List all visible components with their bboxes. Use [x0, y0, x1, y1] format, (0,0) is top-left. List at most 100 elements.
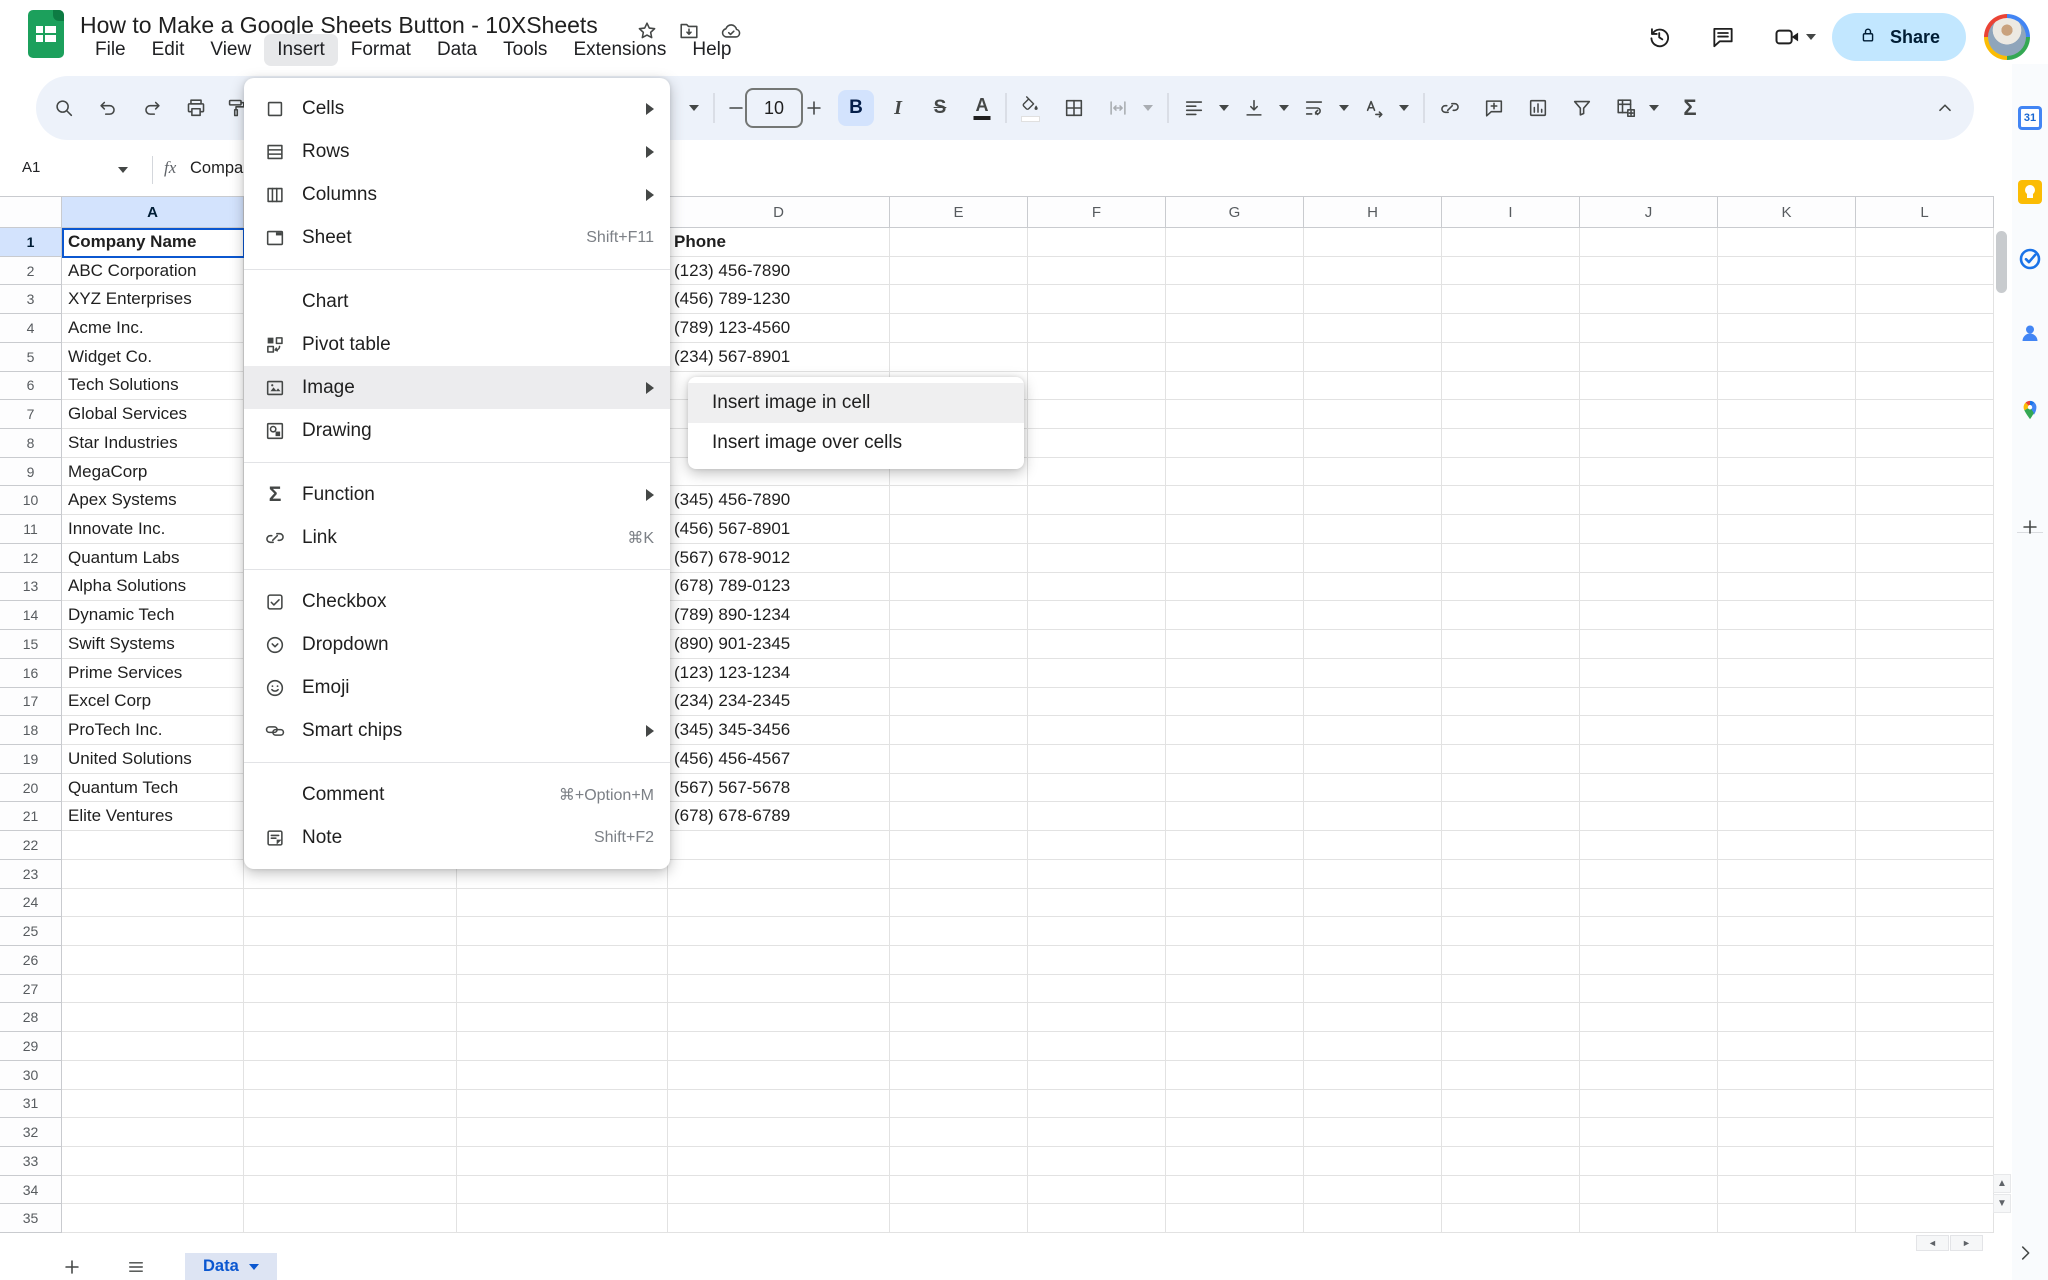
cell-G7[interactable] — [1166, 400, 1304, 429]
column-header-I[interactable]: I — [1442, 196, 1580, 228]
cell-I29[interactable] — [1442, 1032, 1580, 1061]
column-header-J[interactable]: J — [1580, 196, 1718, 228]
toolbar-link-button[interactable] — [1439, 97, 1461, 119]
cell-G13[interactable] — [1166, 573, 1304, 602]
cell-J20[interactable] — [1580, 774, 1718, 803]
cell-K12[interactable] — [1718, 544, 1856, 573]
cell-D5[interactable]: (234) 567-8901 — [668, 343, 890, 372]
cell-G30[interactable] — [1166, 1061, 1304, 1090]
cell-A29[interactable] — [62, 1032, 244, 1061]
cell-A31[interactable] — [62, 1090, 244, 1119]
cell-H34[interactable] — [1304, 1176, 1442, 1205]
cell-A11[interactable]: Innovate Inc. — [62, 515, 244, 544]
cell-K7[interactable] — [1718, 400, 1856, 429]
cell-E25[interactable] — [890, 917, 1028, 946]
cell-F10[interactable] — [1028, 486, 1166, 515]
cell-A32[interactable] — [62, 1118, 244, 1147]
cell-E20[interactable] — [890, 774, 1028, 803]
cell-I20[interactable] — [1442, 774, 1580, 803]
cell-I23[interactable] — [1442, 860, 1580, 889]
cell-H31[interactable] — [1304, 1090, 1442, 1119]
cell-L30[interactable] — [1856, 1061, 1994, 1090]
cell-F9[interactable] — [1028, 458, 1166, 487]
cell-B26[interactable] — [244, 946, 457, 975]
cell-L35[interactable] — [1856, 1204, 1994, 1233]
cell-A13[interactable]: Alpha Solutions — [62, 573, 244, 602]
cell-E24[interactable] — [890, 889, 1028, 918]
cell-F18[interactable] — [1028, 716, 1166, 745]
row-header-25[interactable]: 25 — [0, 917, 62, 946]
cell-I4[interactable] — [1442, 314, 1580, 343]
menubar-item-extensions[interactable]: Extensions — [560, 34, 679, 66]
cell-G20[interactable] — [1166, 774, 1304, 803]
cell-J12[interactable] — [1580, 544, 1718, 573]
cell-J29[interactable] — [1580, 1032, 1718, 1061]
toolbar-redo-button[interactable] — [141, 97, 163, 119]
cell-F26[interactable] — [1028, 946, 1166, 975]
cell-I32[interactable] — [1442, 1118, 1580, 1147]
menu-item-comment[interactable]: Comment⌘+Option+M — [244, 773, 670, 816]
menu-item-image[interactable]: Image — [244, 366, 670, 409]
cell-J1[interactable] — [1580, 228, 1718, 257]
cell-F24[interactable] — [1028, 889, 1166, 918]
cell-K24[interactable] — [1718, 889, 1856, 918]
cell-H14[interactable] — [1304, 601, 1442, 630]
cell-B32[interactable] — [244, 1118, 457, 1147]
cell-I25[interactable] — [1442, 917, 1580, 946]
row-header-26[interactable]: 26 — [0, 946, 62, 975]
cell-J16[interactable] — [1580, 659, 1718, 688]
row-header-16[interactable]: 16 — [0, 659, 62, 688]
cell-E27[interactable] — [890, 975, 1028, 1004]
cell-L18[interactable] — [1856, 716, 1994, 745]
cell-D18[interactable]: (345) 345-3456 — [668, 716, 890, 745]
cell-L9[interactable] — [1856, 458, 1994, 487]
cell-D17[interactable]: (234) 234-2345 — [668, 688, 890, 717]
cell-G6[interactable] — [1166, 372, 1304, 401]
cell-A14[interactable]: Dynamic Tech — [62, 601, 244, 630]
cell-H3[interactable] — [1304, 285, 1442, 314]
cell-F19[interactable] — [1028, 745, 1166, 774]
caret-down-icon[interactable] — [1806, 34, 1816, 40]
cell-H2[interactable] — [1304, 257, 1442, 286]
toolbar-bold-button[interactable]: B — [838, 90, 874, 126]
cell-G25[interactable] — [1166, 917, 1304, 946]
cell-I33[interactable] — [1442, 1147, 1580, 1176]
menu-item-cells[interactable]: Cells — [244, 87, 670, 130]
cell-L6[interactable] — [1856, 372, 1994, 401]
cell-E2[interactable] — [890, 257, 1028, 286]
cell-L32[interactable] — [1856, 1118, 1994, 1147]
cell-A18[interactable]: ProTech Inc. — [62, 716, 244, 745]
cell-I2[interactable] — [1442, 257, 1580, 286]
cell-L29[interactable] — [1856, 1032, 1994, 1061]
row-header-22[interactable]: 22 — [0, 831, 62, 860]
cell-I5[interactable] — [1442, 343, 1580, 372]
meet-camera-icon[interactable] — [1772, 22, 1802, 52]
cell-J32[interactable] — [1580, 1118, 1718, 1147]
sheet-tab-caret-icon[interactable] — [249, 1264, 259, 1270]
cell-A2[interactable]: ABC Corporation — [62, 257, 244, 286]
add-sheet-icon[interactable] — [58, 1253, 86, 1280]
cell-F13[interactable] — [1028, 573, 1166, 602]
row-header-32[interactable]: 32 — [0, 1118, 62, 1147]
cell-A7[interactable]: Global Services — [62, 400, 244, 429]
cell-C24[interactable] — [457, 889, 668, 918]
cell-D1[interactable]: Phone — [668, 228, 890, 257]
cell-L27[interactable] — [1856, 975, 1994, 1004]
cell-L21[interactable] — [1856, 802, 1994, 831]
cell-K8[interactable] — [1718, 429, 1856, 458]
cell-F35[interactable] — [1028, 1204, 1166, 1233]
row-header-4[interactable]: 4 — [0, 314, 62, 343]
row-header-12[interactable]: 12 — [0, 544, 62, 573]
cell-L22[interactable] — [1856, 831, 1994, 860]
cell-E13[interactable] — [890, 573, 1028, 602]
cell-L25[interactable] — [1856, 917, 1994, 946]
cell-E33[interactable] — [890, 1147, 1028, 1176]
row-header-35[interactable]: 35 — [0, 1204, 62, 1233]
cell-H32[interactable] — [1304, 1118, 1442, 1147]
toolbar-functions-button[interactable]: Σ — [1683, 95, 1696, 121]
scroll-right-button[interactable]: ► — [1950, 1235, 1983, 1251]
cell-L31[interactable] — [1856, 1090, 1994, 1119]
cell-E22[interactable] — [890, 831, 1028, 860]
cell-E23[interactable] — [890, 860, 1028, 889]
cell-F2[interactable] — [1028, 257, 1166, 286]
